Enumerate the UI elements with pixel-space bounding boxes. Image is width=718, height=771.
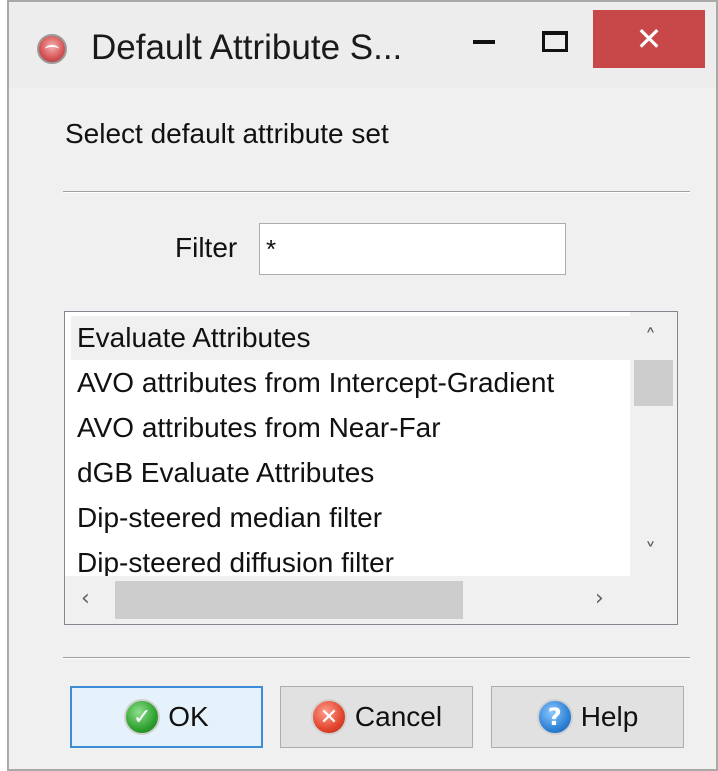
scroll-corner — [630, 576, 677, 624]
help-icon: ? — [536, 699, 573, 735]
list-item[interactable]: Dip-steered diffusion filter — [71, 541, 394, 576]
maximize-button[interactable] — [524, 12, 586, 70]
dialog-heading: Select default attribute set — [65, 118, 389, 149]
horizontal-scrollbar[interactable]: ‹ › — [65, 576, 630, 624]
divider — [63, 191, 690, 193]
cancel-button-label: Cancel — [354, 701, 443, 732]
help-button[interactable]: ? Help — [491, 686, 684, 748]
list-item[interactable]: AVO attributes from Intercept-Gradient — [71, 361, 554, 405]
scroll-right-icon[interactable]: › — [595, 586, 604, 611]
vertical-scrollbar[interactable]: ˄ ˅ — [630, 312, 677, 576]
filter-label: Filter — [175, 232, 238, 263]
list-item[interactable]: Dip-steered median filter — [71, 496, 382, 540]
list-item[interactable]: Evaluate Attributes — [71, 316, 630, 360]
ok-button-label: OK — [168, 701, 209, 732]
ok-button[interactable]: ✓ OK — [70, 686, 263, 748]
close-icon: ✕ — [635, 20, 663, 58]
divider — [63, 657, 690, 659]
vertical-scroll-thumb[interactable] — [634, 360, 673, 406]
title-bar[interactable]: Default Attribute S... ✕ — [9, 2, 716, 88]
filter-input[interactable] — [259, 223, 566, 275]
minimize-icon — [473, 40, 495, 44]
list-item[interactable]: dGB Evaluate Attributes — [71, 451, 374, 495]
cancel-icon: ✕ — [310, 699, 347, 735]
window-title: Default Attribute S... — [91, 28, 403, 67]
dialog-window: Default Attribute S... ✕ Select default … — [7, 0, 718, 771]
scroll-down-icon[interactable]: ˅ — [645, 540, 656, 565]
horizontal-scroll-thumb[interactable] — [115, 581, 463, 619]
app-icon[interactable] — [37, 34, 67, 64]
help-button-label: Help — [580, 701, 639, 732]
check-icon: ✓ — [124, 699, 161, 735]
maximize-icon — [542, 30, 568, 52]
scroll-left-icon[interactable]: ‹ — [81, 586, 90, 611]
list-item[interactable]: AVO attributes from Near-Far — [71, 406, 441, 450]
cancel-button[interactable]: ✕ Cancel — [280, 686, 473, 748]
minimize-button[interactable] — [454, 12, 514, 70]
attribute-set-list[interactable]: Evaluate Attributes AVO attributes from … — [64, 311, 678, 625]
scroll-up-icon[interactable]: ˄ — [645, 326, 656, 351]
close-button[interactable]: ✕ — [593, 10, 705, 68]
list-viewport: Evaluate Attributes AVO attributes from … — [65, 312, 630, 576]
